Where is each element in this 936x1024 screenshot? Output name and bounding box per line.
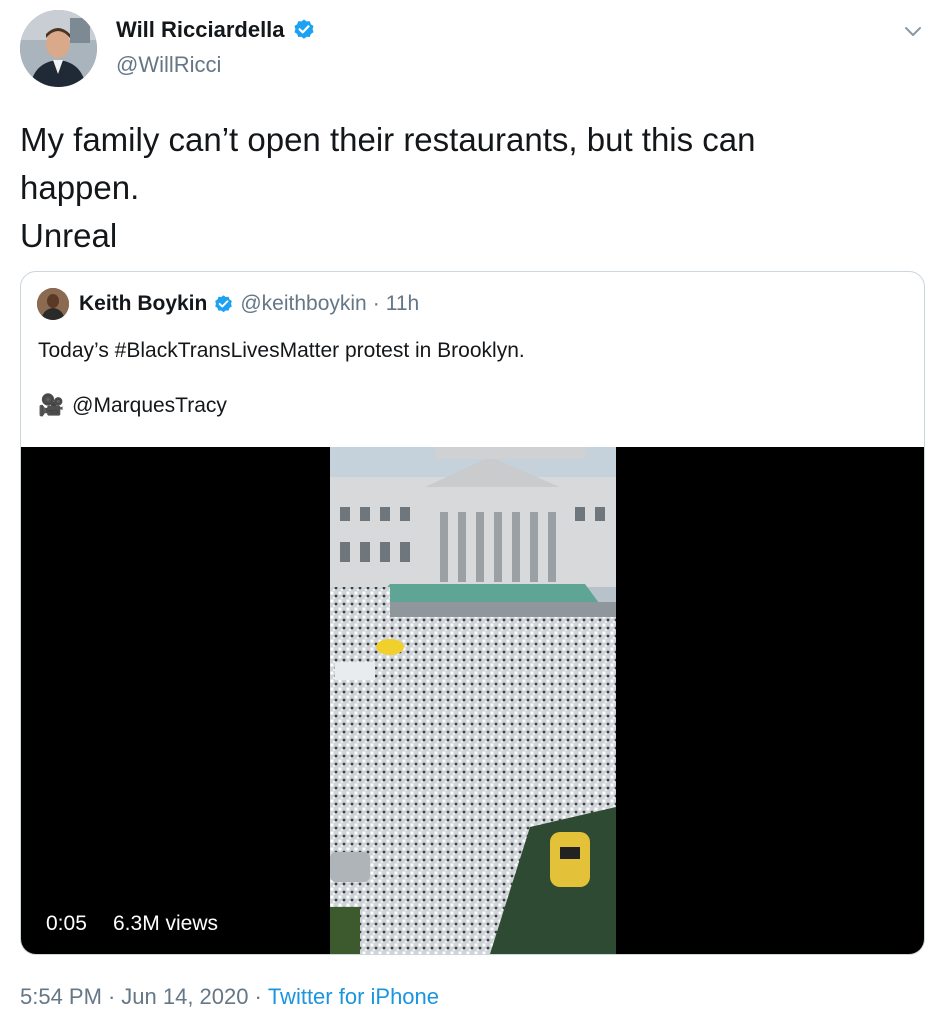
quoted-credit-mention[interactable]: @MarquesTracy — [72, 394, 227, 418]
chevron-down-icon[interactable] — [900, 18, 926, 44]
tweet-time[interactable]: 5:54 PM — [20, 984, 102, 1010]
quoted-author-avatar[interactable] — [37, 288, 69, 320]
verified-badge-icon — [215, 294, 233, 312]
avatar-image — [20, 10, 97, 87]
author-handle[interactable]: @WillRicci — [116, 52, 221, 78]
tweet-source-link[interactable]: Twitter for iPhone — [268, 984, 439, 1010]
quoted-author-name[interactable]: Keith Boykin — [79, 292, 207, 316]
video-camera-icon: 🎥 — [38, 394, 65, 417]
tweet-date[interactable]: Jun 14, 2020 — [121, 984, 248, 1010]
tweet-meta: 5:54 PM · Jun 14, 2020 · Twitter for iPh… — [20, 984, 439, 1010]
video-thumbnail — [330, 447, 616, 954]
quoted-age[interactable]: 11h — [386, 292, 419, 316]
quoted-avatar-image — [37, 288, 69, 320]
dot-separator: · — [107, 984, 116, 1009]
author-avatar[interactable] — [20, 10, 97, 87]
quoted-author-handle[interactable]: @keithboykin — [240, 292, 366, 316]
tweet-text: My family can’t open their restaurants, … — [20, 121, 756, 254]
dot-separator: · — [254, 984, 262, 1009]
video-views: 6.3M views — [113, 912, 219, 935]
quoted-text: Today’s #BlackTransLivesMatter protest i… — [38, 339, 525, 362]
verified-badge-icon — [294, 19, 314, 39]
video-player[interactable]: 0:05 6.3M views — [21, 447, 924, 954]
quoted-tweet[interactable]: Keith Boykin @keithboykin · 11h Today’s … — [20, 271, 925, 955]
video-duration: 0:05 — [46, 912, 87, 935]
author-name[interactable]: Will Ricciardella — [116, 17, 285, 43]
dot-separator: · — [372, 292, 380, 315]
